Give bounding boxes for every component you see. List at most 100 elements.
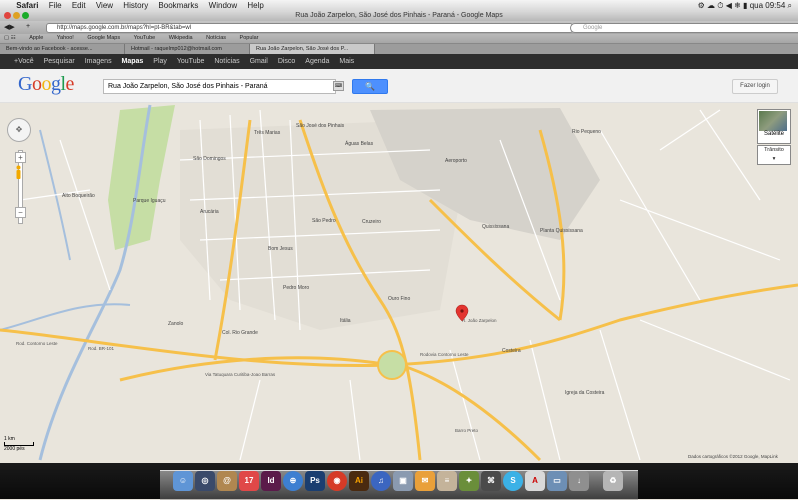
label-sjp: São José dos Pinhais xyxy=(296,123,345,129)
gbar-play[interactable]: Play xyxy=(149,54,171,69)
interchange xyxy=(377,350,407,380)
skype-icon[interactable]: S xyxy=(503,471,523,491)
menu-window[interactable]: Window xyxy=(205,0,241,11)
tab-hotmail[interactable]: Hotmail - raquelmp012@hotmail.com xyxy=(125,44,250,54)
label-pedro-moro: Pedro Moro xyxy=(283,285,309,291)
close-window-icon[interactable] xyxy=(4,12,11,19)
app-icon-2[interactable]: ✦ xyxy=(459,471,479,491)
clock[interactable]: qua 09:54 xyxy=(750,1,786,10)
dashboard-icon[interactable]: ◎ xyxy=(195,471,215,491)
status-icons[interactable]: ⚙ ☁ ⏱ ◀ ❄ ▮ xyxy=(698,1,748,10)
gbar-youtube[interactable]: YouTube xyxy=(173,54,209,69)
scale-ft: 2000 pés xyxy=(4,446,25,452)
traffic-label: Trânsito xyxy=(764,147,784,153)
gbar-maps[interactable]: Mapas xyxy=(118,54,148,69)
search-button[interactable]: 🔍 xyxy=(352,79,388,94)
label-aguas-belas: Águas Belas xyxy=(345,140,374,147)
label-aeroporto: Aeroporto xyxy=(445,158,467,164)
label-contorno-leste: Rod. Contorno Leste xyxy=(16,341,58,346)
gbar-calendar[interactable]: Agenda xyxy=(301,54,333,69)
label-via-tatuquara: Via Tatuquara Curitiba-Joao Barras xyxy=(205,372,276,377)
safari-icon[interactable]: ⊕ xyxy=(283,471,303,491)
menu-help[interactable]: Help xyxy=(243,0,267,11)
menu-view[interactable]: View xyxy=(92,0,117,11)
maps-search-input[interactable]: Rua João Zarpelon, São José dos Pinhais … xyxy=(103,79,336,94)
satellite-label[interactable]: Satélite xyxy=(757,131,791,137)
indesign-icon[interactable]: Id xyxy=(261,471,281,491)
chrome-icon[interactable]: ◉ xyxy=(327,471,347,491)
gbar-more[interactable]: Mais xyxy=(335,54,358,69)
bookmark-yahoo[interactable]: Yahoo! xyxy=(51,34,80,43)
login-button[interactable]: Fazer login xyxy=(732,79,778,94)
app-icon-3[interactable]: ⌘ xyxy=(481,471,501,491)
gbar-images[interactable]: Imagens xyxy=(81,54,116,69)
illustrator-icon[interactable]: Ai xyxy=(349,471,369,491)
gbar-search[interactable]: Pesquisar xyxy=(40,54,79,69)
minimize-window-icon[interactable] xyxy=(13,12,20,19)
menu-history[interactable]: History xyxy=(119,0,152,11)
label-alto-boqueirao: Alto Boqueirão xyxy=(62,193,95,199)
photoshop-icon[interactable]: Ps xyxy=(305,471,325,491)
bookmark-wikipedia[interactable]: Wikipedia xyxy=(163,34,199,43)
gbar-news[interactable]: Notícias xyxy=(210,54,243,69)
gbar-gmail[interactable]: Gmail xyxy=(246,54,272,69)
folder-icon[interactable]: ▭ xyxy=(547,471,567,491)
scale-bar: 1 km 2000 pés xyxy=(4,436,34,452)
google-bar: +Você Pesquisar Imagens Mapas Play YouTu… xyxy=(0,54,798,69)
add-bookmark-icon[interactable]: + xyxy=(26,23,30,30)
label-tres-marias: Três Marias xyxy=(254,130,281,136)
zoom-window-icon[interactable] xyxy=(22,12,29,19)
reading-list-icon[interactable]: ▢ ☷ xyxy=(0,34,22,43)
zoom-in-button[interactable]: + xyxy=(15,152,26,163)
acrobat-icon[interactable]: A xyxy=(525,471,545,491)
google-logo[interactable]: Google xyxy=(18,73,74,96)
label-ouro-fino: Ouro Fino xyxy=(388,296,410,302)
menu-bookmarks[interactable]: Bookmarks xyxy=(154,0,202,11)
search-field[interactable]: Google xyxy=(570,23,798,33)
bookmarks-bar: ▢ ☷ Apple Yahoo! Google Maps YouTube Wik… xyxy=(0,34,798,44)
label-quississana: Quississana xyxy=(482,224,509,230)
label-arucaria: Arucária xyxy=(200,209,219,215)
contacts-icon[interactable]: @ xyxy=(217,471,237,491)
keyboard-icon[interactable]: ⌨ xyxy=(333,81,344,91)
label-rio-grande: Col. Rio Grande xyxy=(222,330,258,336)
tab-facebook[interactable]: Bem-vindo ao Facebook - acesse... xyxy=(0,44,125,54)
map-canvas[interactable]: São José dos Pinhais Aeroporto Águas Bel… xyxy=(0,103,798,463)
label-barro-preto: Barro Preto xyxy=(455,428,479,433)
pegman-icon[interactable] xyxy=(15,165,22,180)
menu-file[interactable]: File xyxy=(45,0,66,11)
notes-icon[interactable]: ≡ xyxy=(437,471,457,491)
label-costeira: Costeira xyxy=(502,348,521,354)
tab-google-maps[interactable]: Rua João Zarpelon, São José dos P... xyxy=(250,44,375,54)
label-bom-jesus: Bom Jesus xyxy=(268,246,293,252)
bookmark-apple[interactable]: Apple xyxy=(23,34,49,43)
itunes-icon[interactable]: ♫ xyxy=(371,471,391,491)
downloads-icon[interactable]: ↓ xyxy=(569,471,589,491)
ical-icon[interactable]: 17 xyxy=(239,471,259,491)
back-forward-icon[interactable]: ◀▶ xyxy=(4,23,15,31)
bookmark-youtube[interactable]: YouTube xyxy=(128,34,162,43)
label-zanolo: Zanolo xyxy=(168,321,184,327)
menu-edit[interactable]: Edit xyxy=(68,0,90,11)
label-italia: Itália xyxy=(340,318,351,324)
preview-icon[interactable]: ▣ xyxy=(393,471,413,491)
pan-control[interactable]: ✥ xyxy=(7,118,31,142)
bookmark-noticias[interactable]: Notícias xyxy=(200,34,232,43)
spotlight-icon[interactable]: ⌕ xyxy=(788,1,792,10)
chevron-down-icon: ▾ xyxy=(772,156,776,162)
app-icon[interactable]: ✉ xyxy=(415,471,435,491)
satellite-thumbnail[interactable] xyxy=(759,111,787,131)
window-titlebar: Rua João Zarpelon, São José dos Pinhais … xyxy=(0,11,798,21)
finder-icon[interactable]: ☺ xyxy=(173,471,193,491)
trash-icon[interactable]: ♻ xyxy=(603,471,623,491)
traffic-dropdown[interactable]: Trânsito ▾ xyxy=(757,145,791,165)
bookmark-popular[interactable]: Popular xyxy=(234,34,265,43)
zoom-out-button[interactable]: − xyxy=(15,207,26,218)
gbar-drive[interactable]: Disco xyxy=(274,54,300,69)
address-bar[interactable]: http://maps.google.com.br/maps?hl=pt-BR&… xyxy=(46,23,573,33)
gbar-plus-you[interactable]: +Você xyxy=(0,54,38,69)
tab-bar: Bem-vindo ao Facebook - acesse... Hotmai… xyxy=(0,44,798,54)
bookmark-google-maps[interactable]: Google Maps xyxy=(81,34,126,43)
menu-safari[interactable]: Safari xyxy=(12,0,42,11)
map-attribution[interactable]: Dados cartográficos ©2012 Google, MapLin… xyxy=(688,454,778,459)
